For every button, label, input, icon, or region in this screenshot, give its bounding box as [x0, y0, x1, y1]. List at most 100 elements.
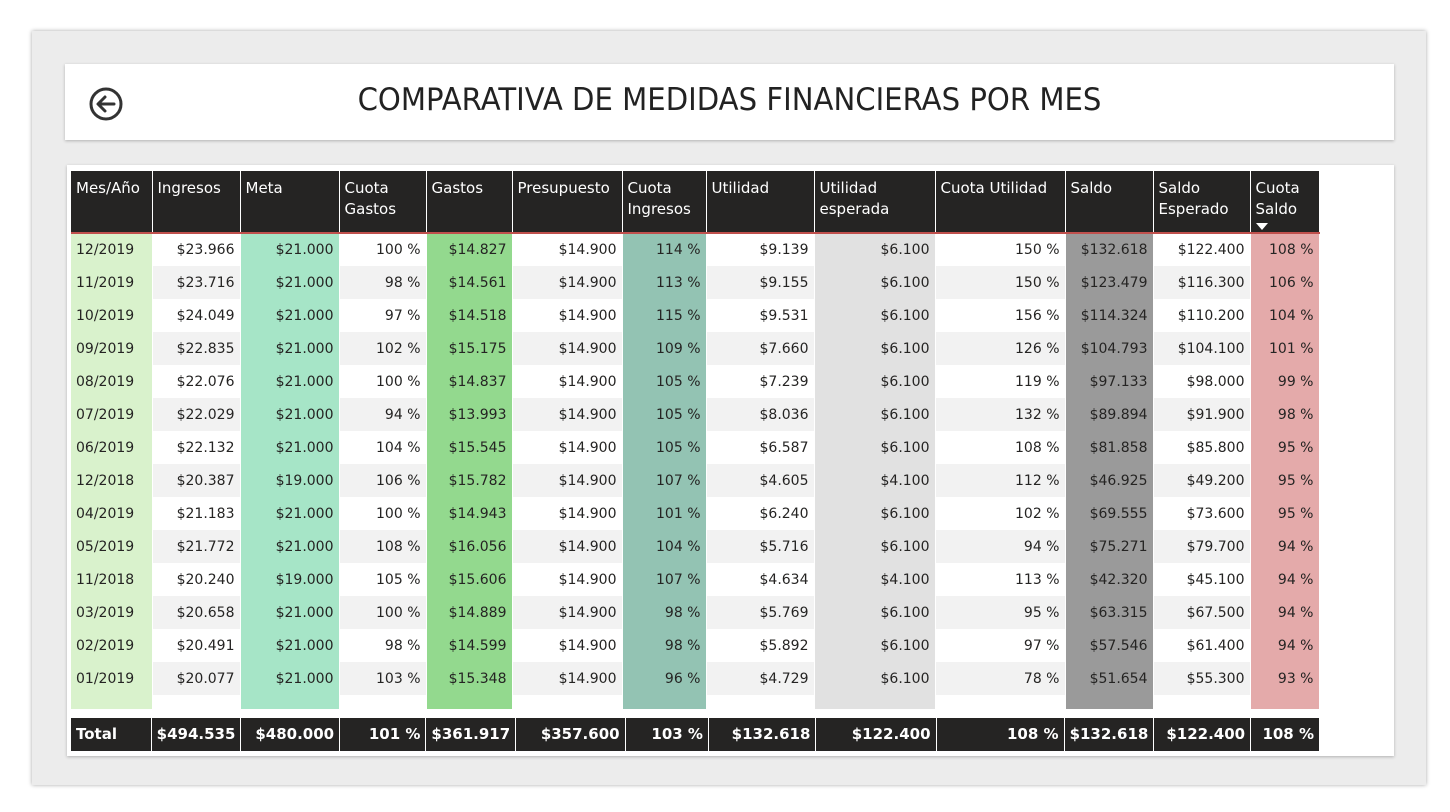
totals-cell: $122.400: [1153, 717, 1252, 751]
column-header-utilidad[interactable]: Utilidad: [706, 171, 815, 234]
totals-cell: 108 %: [936, 717, 1065, 751]
table-cell: 04/2019: [71, 497, 153, 530]
table-cell: $22.835: [152, 332, 241, 365]
table-cell: 102 %: [935, 497, 1066, 530]
table-cell: $5.769: [706, 596, 815, 629]
table-cell: 106 %: [1250, 266, 1320, 299]
table-cell: 105 %: [622, 365, 707, 398]
table-cell: $14.900: [512, 332, 623, 365]
table-cell: $9.531: [706, 299, 815, 332]
table-cell: 105 %: [339, 563, 427, 596]
table-row[interactable]: 11/2018 $20.240 $19.000 105 % $15.606 $14.900…: [71, 563, 1320, 596]
column-header-cuota-ingresos[interactable]: Cuota Ingresos: [622, 171, 707, 234]
table-cell: 104 %: [622, 530, 707, 563]
column-header-cuota-saldo[interactable]: Cuota Saldo: [1250, 171, 1320, 234]
column-header-meta[interactable]: Meta: [240, 171, 340, 234]
column-header-label: Mes/Año: [76, 179, 140, 197]
table-row[interactable]: 07/2019 $22.029 $21.000 94 % $13.993 $14.900 1…: [71, 398, 1320, 431]
table-row[interactable]: 01/2019 $20.077 $21.000 103 % $15.348 $14.900…: [71, 662, 1320, 695]
financial-table-visual: Mes/Año Ingresos Meta Cuota Gastos Gasto…: [67, 165, 1394, 756]
table-cell: 02/2019: [71, 629, 153, 662]
column-header-label: Saldo: [1070, 179, 1113, 197]
column-header-saldo-esperado[interactable]: Saldo Esperado: [1153, 171, 1251, 234]
column-header-label: Saldo Esperado: [1158, 179, 1229, 218]
column-header-gastos[interactable]: Gastos: [426, 171, 513, 234]
table-cell: 105 %: [622, 431, 707, 464]
table-cell: 05/2019: [71, 530, 153, 563]
table-cell: $5.716: [706, 530, 815, 563]
column-header-presupuesto[interactable]: Presupuesto: [512, 171, 623, 234]
table-row[interactable]: 06/2019 $22.132 $21.000 104 % $15.545 $14.900…: [71, 431, 1320, 464]
table-cell: 93 %: [1250, 662, 1320, 695]
table-cell: $21.000: [240, 530, 340, 563]
table-cell: $4.605: [706, 464, 815, 497]
table-row[interactable]: 11/2019 $23.716 $21.000 98 % $14.561 $14.900 1…: [71, 266, 1320, 299]
table-cell: $61.400: [1153, 629, 1251, 662]
totals-cell: $361.917: [425, 717, 517, 751]
table-cell: $7.239: [706, 365, 815, 398]
table-cell: 114 %: [622, 233, 707, 266]
table-cell: $14.837: [426, 365, 513, 398]
table-cell: $23.966: [152, 233, 241, 266]
table-cell: $21.000: [240, 266, 340, 299]
column-header-utilidad-esperada[interactable]: Utilidad esperada: [814, 171, 936, 234]
table-row[interactable]: 10/2019 $24.049 $21.000 97 % $14.518 $14.900 1…: [71, 299, 1320, 332]
page-title: COMPARATIVA DE MEDIDAS FINANCIERAS POR M…: [357, 82, 1102, 118]
table-cell: $4.100: [814, 563, 936, 596]
table-cell: $21.000: [240, 398, 340, 431]
table-cell: $55.300: [1153, 662, 1251, 695]
table-cell: [814, 695, 936, 709]
table-cell: $42.320: [1065, 563, 1154, 596]
column-header-label: Cuota Ingresos: [627, 179, 691, 218]
totals-row: Total $494.535 $480.000 101 % $361.917 $357.6…: [71, 717, 1320, 751]
table-cell: 107 %: [622, 563, 707, 596]
column-header-cuota-gastos[interactable]: Cuota Gastos: [339, 171, 427, 234]
table-cell: 11/2018: [71, 563, 153, 596]
table-cell: $21.000: [240, 431, 340, 464]
sort-descending-icon: [1255, 223, 1268, 230]
table-cell: $6.100: [814, 398, 936, 431]
column-header-cuota-utilidad[interactable]: Cuota Utilidad: [935, 171, 1066, 234]
table-cell: 107 %: [622, 464, 707, 497]
table-row[interactable]: 04/2019 $21.183 $21.000 100 % $14.943 $14.900…: [71, 497, 1320, 530]
column-header-saldo[interactable]: Saldo: [1065, 171, 1154, 234]
table-cell: 98 %: [622, 629, 707, 662]
table-cell: $49.200: [1153, 464, 1251, 497]
table-cell: 94 %: [1250, 563, 1320, 596]
table-cell: $21.000: [240, 332, 340, 365]
table-cell: [426, 695, 513, 709]
report-frame: COMPARATIVA DE MEDIDAS FINANCIERAS POR M…: [32, 31, 1426, 785]
table-cell: $14.900: [512, 596, 623, 629]
table-cell: 98 %: [339, 629, 427, 662]
column-header-mes-ano[interactable]: Mes/Año: [71, 171, 153, 234]
column-header-ingresos[interactable]: Ingresos: [152, 171, 241, 234]
table-cell: $89.894: [1065, 398, 1154, 431]
table-cell: 104 %: [339, 431, 427, 464]
table-cell: $14.900: [512, 365, 623, 398]
table-row[interactable]: 12/2018 $20.387 $19.000 106 % $15.782 $14.900…: [71, 464, 1320, 497]
table-cell: $15.545: [426, 431, 513, 464]
column-header-label: Utilidad esperada: [819, 179, 890, 218]
table-row[interactable]: 08/2019 $22.076 $21.000 100 % $14.837 $14.900…: [71, 365, 1320, 398]
column-header-label: Cuota Saldo: [1255, 179, 1300, 218]
table-row[interactable]: 12/2019 $23.966 $21.000 100 % $14.827 $14.900…: [71, 233, 1320, 266]
table-cell: [71, 695, 153, 709]
table-cell: $23.716: [152, 266, 241, 299]
table-cell: $75.271: [1065, 530, 1154, 563]
table-row[interactable]: 03/2019 $20.658 $21.000 100 % $14.889 $14.900…: [71, 596, 1320, 629]
table-scroll-area[interactable]: Mes/Año Ingresos Meta Cuota Gastos Gasto…: [71, 171, 1320, 751]
table-cell: $22.029: [152, 398, 241, 431]
table-cell: $85.800: [1153, 431, 1251, 464]
table-cell: $104.793: [1065, 332, 1154, 365]
table-row[interactable]: 05/2019 $21.772 $21.000 108 % $16.056 $14.900…: [71, 530, 1320, 563]
table-cell: 10/2019: [71, 299, 153, 332]
table-cell: $14.900: [512, 662, 623, 695]
table-cell: $15.348: [426, 662, 513, 695]
table-row[interactable]: 09/2019 $22.835 $21.000 102 % $15.175 $14.900…: [71, 332, 1320, 365]
table-cell: $110.200: [1153, 299, 1251, 332]
table-row[interactable]: 02/2019 $20.491 $21.000 98 % $14.599 $14.900 9…: [71, 629, 1320, 662]
totals-table: Total $494.535 $480.000 101 % $361.917 $357.6…: [71, 717, 1320, 751]
table-cell: [152, 695, 241, 709]
table-cell: $14.900: [512, 530, 623, 563]
table-cell: $6.100: [814, 431, 936, 464]
